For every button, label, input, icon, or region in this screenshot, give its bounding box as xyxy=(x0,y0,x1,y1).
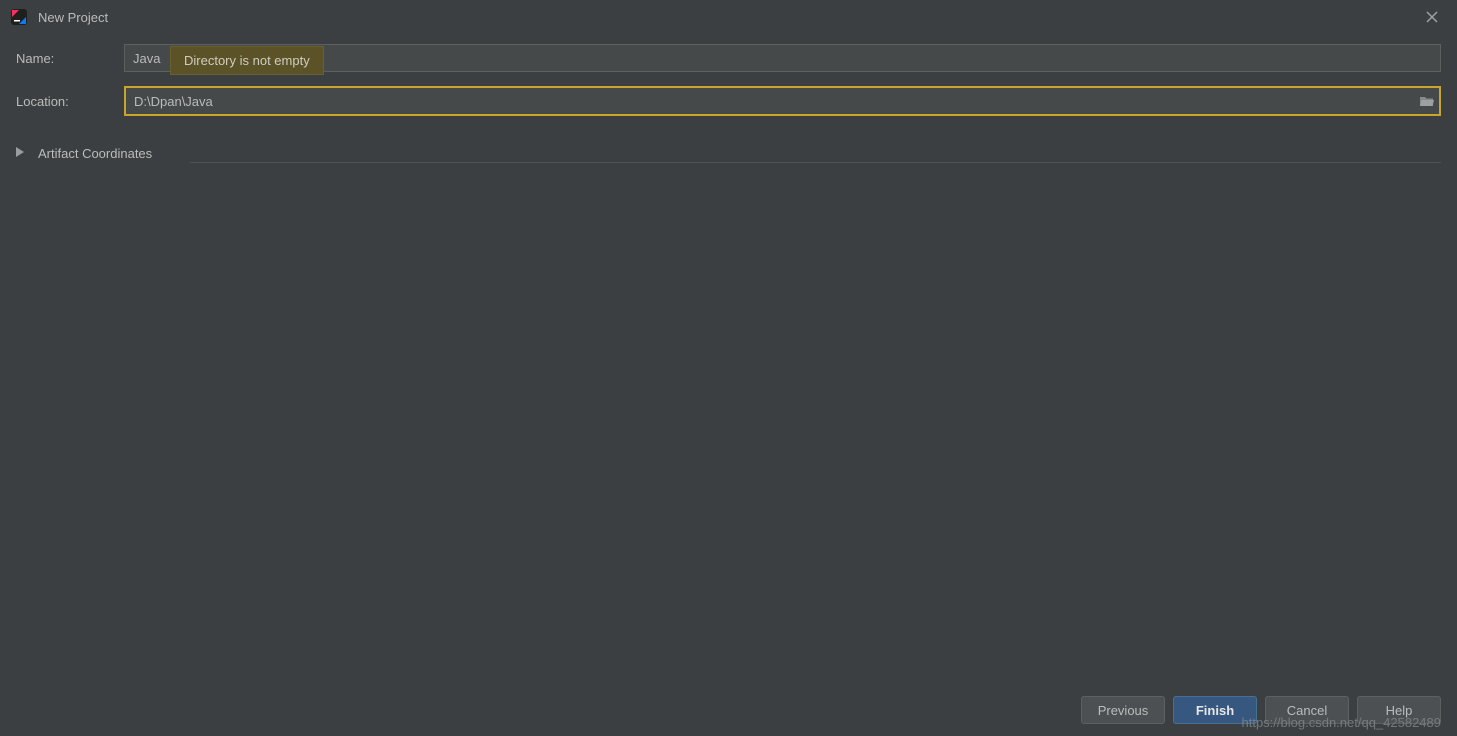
validation-tooltip: Directory is not empty xyxy=(170,46,324,75)
name-label: Name: xyxy=(16,51,124,66)
cancel-button[interactable]: Cancel xyxy=(1265,696,1349,724)
location-row: Location: xyxy=(16,86,1441,116)
finish-button[interactable]: Finish xyxy=(1173,696,1257,724)
button-bar: Previous Finish Cancel Help xyxy=(1081,696,1441,724)
location-label: Location: xyxy=(16,94,124,109)
intellij-icon xyxy=(10,8,28,26)
location-input[interactable] xyxy=(126,88,1415,114)
browse-folder-icon[interactable] xyxy=(1415,95,1439,108)
expand-triangle-icon xyxy=(16,144,26,162)
artifact-label: Artifact Coordinates xyxy=(38,146,152,161)
titlebar: New Project xyxy=(0,0,1457,34)
previous-button[interactable]: Previous xyxy=(1081,696,1165,724)
location-input-wrap xyxy=(124,86,1441,116)
artifact-coordinates-toggle[interactable]: Artifact Coordinates xyxy=(0,130,1457,162)
window-title: New Project xyxy=(38,10,1417,25)
close-button[interactable] xyxy=(1417,0,1447,34)
separator xyxy=(190,162,1441,163)
help-button[interactable]: Help xyxy=(1357,696,1441,724)
